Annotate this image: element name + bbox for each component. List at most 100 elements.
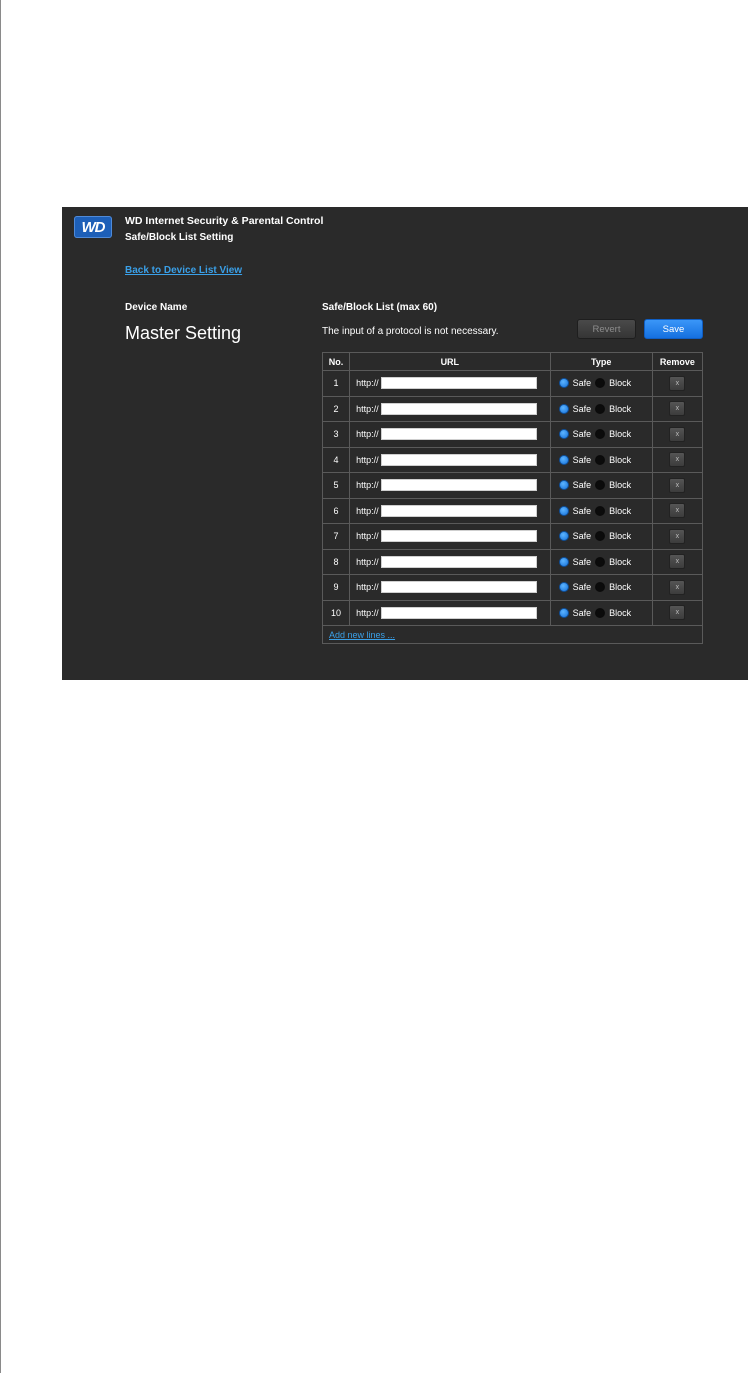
url-prefix: http:// <box>356 556 379 567</box>
type-cell: Safe Block <box>549 599 653 626</box>
url-field-group: http:// <box>350 428 550 441</box>
url-input[interactable] <box>380 402 537 415</box>
url-input[interactable] <box>380 428 537 441</box>
table-row: 9 http:// Safe Block x <box>321 574 704 601</box>
url-cell: http:// <box>349 472 551 499</box>
safe-radio-label: Safe <box>572 531 592 542</box>
url-prefix: http:// <box>356 607 379 618</box>
row-number: 8 <box>321 548 351 575</box>
url-input[interactable] <box>380 606 537 619</box>
safe-radio-label: Safe <box>572 429 592 440</box>
safe-radio[interactable] <box>558 403 569 414</box>
block-radio[interactable] <box>595 607 606 618</box>
url-input[interactable] <box>380 453 537 466</box>
url-prefix: http:// <box>356 378 379 389</box>
remove-row-button[interactable]: x <box>669 401 686 417</box>
remove-cell: x <box>651 421 704 448</box>
add-new-lines-link[interactable]: Add new lines ... <box>329 630 395 640</box>
url-input[interactable] <box>380 530 537 543</box>
block-radio-label: Block <box>609 429 632 440</box>
type-cell: Safe Block <box>549 472 653 499</box>
block-radio[interactable] <box>595 531 606 542</box>
url-input[interactable] <box>380 555 537 568</box>
remove-row-button[interactable]: x <box>669 375 686 391</box>
type-radio-group: Safe Block <box>551 378 652 389</box>
app-title: WD Internet Security & Parental Control <box>125 215 324 227</box>
url-input[interactable] <box>380 581 537 594</box>
remove-cell: x <box>651 574 704 601</box>
url-prefix: http:// <box>356 429 379 440</box>
block-radio-label: Block <box>609 582 632 593</box>
url-field-group: http:// <box>350 479 550 492</box>
revert-button[interactable]: Revert <box>577 319 636 339</box>
type-cell: Safe Block <box>549 395 653 422</box>
safe-radio[interactable] <box>558 505 569 516</box>
block-radio[interactable] <box>595 480 606 491</box>
save-button[interactable]: Save <box>644 319 703 339</box>
table-row: 5 http:// Safe Block x <box>321 472 704 499</box>
row-number: 4 <box>321 446 351 473</box>
type-cell: Safe Block <box>549 421 653 448</box>
row-number: 5 <box>321 472 351 499</box>
url-cell: http:// <box>349 370 551 397</box>
url-cell: http:// <box>349 421 551 448</box>
block-radio-label: Block <box>609 454 632 465</box>
safe-radio[interactable] <box>558 429 569 440</box>
block-radio-label: Block <box>609 480 632 491</box>
remove-row-button[interactable]: x <box>669 554 686 570</box>
url-input[interactable] <box>380 479 537 492</box>
remove-row-button[interactable]: x <box>669 605 686 621</box>
safe-radio-label: Safe <box>572 480 592 491</box>
wd-logo-text: WD <box>81 218 106 236</box>
url-prefix: http:// <box>356 505 379 516</box>
safe-radio[interactable] <box>558 556 569 567</box>
safe-radio[interactable] <box>558 582 569 593</box>
url-prefix: http:// <box>356 403 379 414</box>
column-header-no: No. <box>321 352 351 371</box>
safe-radio[interactable] <box>558 607 569 618</box>
remove-row-button[interactable]: x <box>669 579 686 595</box>
remove-row-button[interactable]: x <box>669 452 686 468</box>
row-number: 10 <box>321 599 351 626</box>
remove-row-button[interactable]: x <box>669 426 686 442</box>
type-radio-group: Safe Block <box>551 429 652 440</box>
url-field-group: http:// <box>350 377 550 390</box>
url-prefix: http:// <box>356 531 379 542</box>
remove-row-button[interactable]: x <box>669 528 686 544</box>
wd-logo: WD <box>74 216 112 238</box>
block-radio-label: Block <box>609 531 632 542</box>
url-input[interactable] <box>380 504 537 517</box>
safe-radio-label: Safe <box>572 582 592 593</box>
type-radio-group: Safe Block <box>551 454 652 465</box>
table-row: 7 http:// Safe Block x <box>321 523 704 550</box>
back-to-device-list-link[interactable]: Back to Device List View <box>125 265 242 276</box>
url-input[interactable] <box>380 377 537 390</box>
remove-cell: x <box>651 523 704 550</box>
table-row: 6 http:// Safe Block x <box>321 497 704 524</box>
list-body: 1 http:// Safe Block x 2 http:// Safe Block x 3 htt… <box>321 370 704 626</box>
block-radio-label: Block <box>609 556 632 567</box>
remove-row-button[interactable]: x <box>669 477 686 493</box>
block-radio[interactable] <box>595 556 606 567</box>
block-radio[interactable] <box>595 505 606 516</box>
table-row: 2 http:// Safe Block x <box>321 395 704 422</box>
safe-radio-label: Safe <box>572 378 592 389</box>
url-cell: http:// <box>349 523 551 550</box>
block-radio[interactable] <box>595 582 606 593</box>
remove-row-button[interactable]: x <box>669 503 686 519</box>
url-prefix: http:// <box>356 454 379 465</box>
block-radio[interactable] <box>595 378 606 389</box>
block-radio[interactable] <box>595 429 606 440</box>
block-radio[interactable] <box>595 403 606 414</box>
safe-radio[interactable] <box>558 454 569 465</box>
type-radio-group: Safe Block <box>551 403 652 414</box>
add-lines-cell: Add new lines ... <box>322 625 703 644</box>
block-radio[interactable] <box>595 454 606 465</box>
safe-radio[interactable] <box>558 531 569 542</box>
type-radio-group: Safe Block <box>551 505 652 516</box>
type-cell: Safe Block <box>549 497 653 524</box>
device-name-label: Device Name <box>125 302 188 313</box>
url-prefix: http:// <box>356 480 379 491</box>
safe-radio[interactable] <box>558 480 569 491</box>
safe-radio[interactable] <box>558 378 569 389</box>
